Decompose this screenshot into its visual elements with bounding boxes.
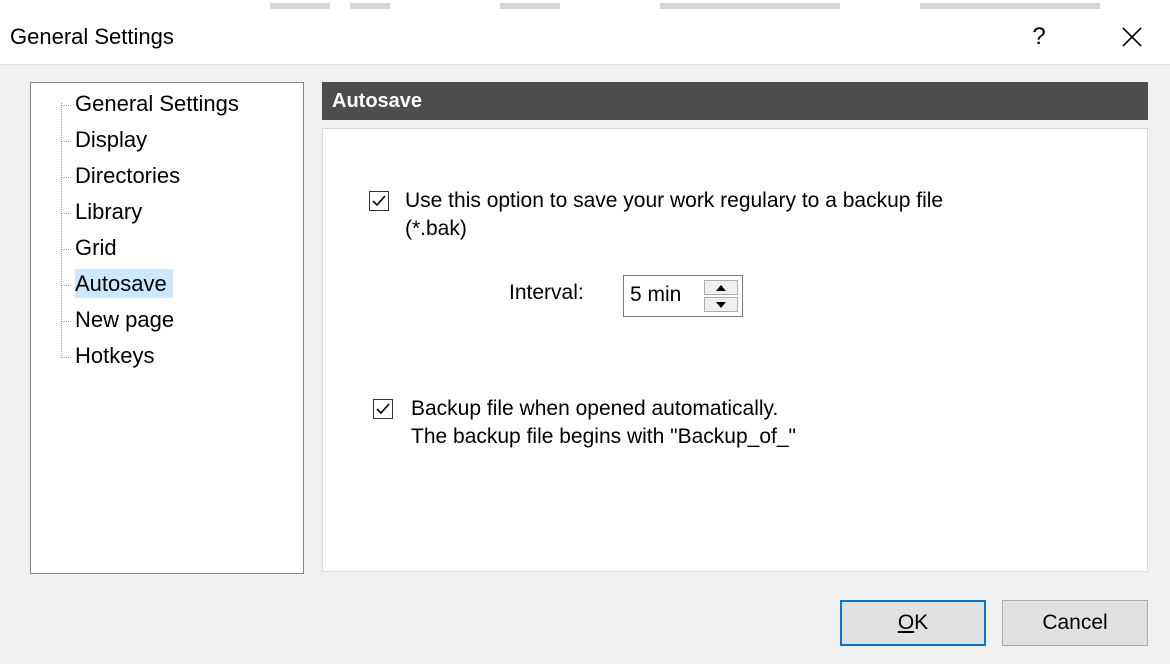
cancel-button[interactable]: Cancel (1002, 600, 1148, 646)
tree-item-label: Grid (75, 235, 117, 260)
tree-item-display[interactable]: Display (61, 125, 151, 155)
tree-branch (61, 212, 71, 214)
triangle-up-icon (716, 284, 726, 291)
background-artifact (660, 3, 840, 9)
backup-option-line1: Backup file when opened automatically. (411, 397, 779, 420)
close-button[interactable] (1106, 12, 1158, 62)
tree-branch (61, 284, 71, 286)
autosave-option-line2: (*.bak) (405, 217, 467, 240)
ok-button-label-rest: K (914, 611, 929, 634)
tree-item-directories[interactable]: Directories (61, 161, 184, 191)
tree-item-library[interactable]: Library (61, 197, 146, 227)
autosave-option-label[interactable]: Use this option to save your work regula… (405, 187, 943, 243)
interval-label: Interval: (509, 281, 584, 304)
help-button[interactable]: ? (1016, 12, 1062, 62)
autosave-checkbox[interactable] (369, 191, 389, 211)
title-bar: General Settings ? (0, 12, 1170, 65)
panel-header: Autosave (322, 82, 1148, 120)
tree-branch (61, 104, 71, 106)
tree-item-hotkeys[interactable]: Hotkeys (61, 341, 158, 371)
autosave-option-line1: Use this option to save your work regula… (405, 189, 944, 212)
settings-tree: General Settings Display Directories Lib… (30, 82, 304, 574)
tree-item-label: General Settings (75, 91, 239, 116)
interval-spin-buttons (704, 280, 738, 312)
autosave-panel: Use this option to save your work regula… (322, 128, 1148, 572)
spin-up-button[interactable] (704, 280, 738, 295)
tree-branch (61, 248, 71, 250)
tree-item-grid[interactable]: Grid (61, 233, 121, 263)
backup-option-label[interactable]: Backup file when opened automatically. T… (411, 395, 796, 451)
tree-item-new-page[interactable]: New page (61, 305, 178, 335)
background-artifact (500, 3, 560, 9)
ok-button-mnemonic: O (897, 611, 915, 634)
background-artifact (350, 3, 390, 9)
tree-branch (61, 320, 71, 322)
tree-item-label: Display (75, 127, 148, 152)
triangle-down-icon (716, 301, 726, 308)
cancel-button-label: Cancel (1042, 611, 1108, 634)
spin-down-button[interactable] (704, 297, 738, 312)
interval-spinbox[interactable]: 5 min (623, 275, 743, 317)
background-artifact (270, 3, 330, 9)
checkmark-icon (372, 195, 386, 207)
close-icon (1122, 27, 1142, 47)
interval-value[interactable]: 5 min (630, 283, 681, 307)
tree-item-general-settings[interactable]: General Settings (61, 89, 243, 119)
checkmark-icon (376, 403, 390, 415)
tree-item-label: Hotkeys (75, 343, 155, 368)
backup-option-line2: The backup file begins with "Backup_of_" (411, 425, 796, 448)
tree-item-label: Library (75, 199, 143, 224)
tree-branch (61, 356, 71, 358)
backup-checkbox[interactable] (373, 399, 393, 419)
tree-item-label: New page (75, 307, 175, 332)
window-title: General Settings (10, 24, 174, 49)
background-artifact (920, 3, 1100, 9)
tree-item-label: Autosave (75, 269, 173, 298)
tree-item-autosave[interactable]: Autosave (61, 269, 173, 299)
tree-item-label: Directories (75, 163, 181, 188)
ok-button[interactable]: OK (840, 600, 986, 646)
tree-branch (61, 176, 71, 178)
tree-branch (61, 140, 71, 142)
background-window-strip (0, 0, 1170, 12)
panel-header-title: Autosave (332, 90, 423, 112)
help-icon: ? (1032, 23, 1046, 50)
